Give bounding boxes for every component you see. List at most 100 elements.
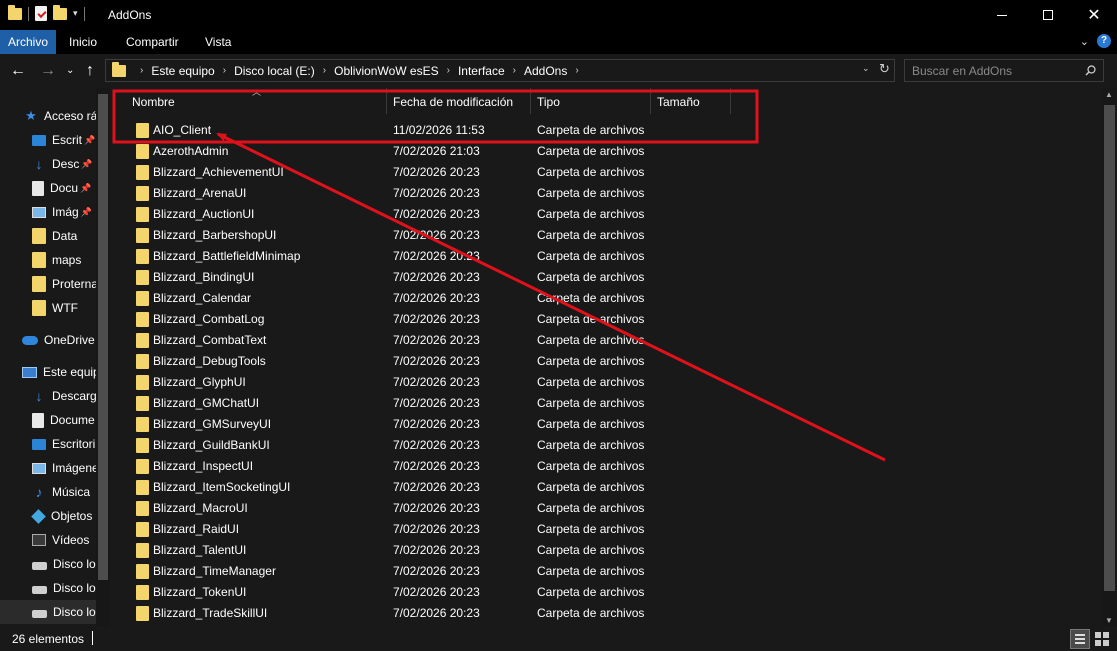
scroll-down-icon[interactable]: ▼ — [1105, 616, 1113, 625]
toolbar-divider — [28, 6, 29, 21]
folder-icon — [136, 501, 149, 516]
nav-item-musica[interactable]: ♪ Música — [32, 480, 91, 504]
nav-item-onedrive[interactable]: OneDrive — [22, 328, 95, 352]
nav-item-disco-local-2[interactable]: Disco lo — [32, 576, 96, 600]
title-bar: ▾ AddOns ✕ — [0, 0, 1117, 30]
table-row[interactable]: Blizzard_CombatLog 7/02/2026 20:23 Carpeta… — [132, 309, 832, 330]
table-row[interactable]: Blizzard_BarbershopUI 7/02/2026 20:23 Carp… — [132, 225, 832, 246]
chevron-right-icon[interactable]: › — [575, 65, 578, 76]
file-name: Blizzard_GlyphUI — [153, 375, 246, 389]
table-row[interactable]: Blizzard_RaidUI 7/02/2026 20:23 Carpeta de… — [132, 519, 832, 540]
table-row[interactable]: Blizzard_CombatText 7/02/2026 20:23 Carpet… — [132, 330, 832, 351]
file-list-scrollbar[interactable]: ▲ ▼ — [1102, 88, 1117, 627]
nav-item-descargas[interactable]: ↓ Desc 📌 — [32, 152, 93, 176]
breadcrumb-interface[interactable]: Interface — [458, 64, 505, 78]
folder-icon[interactable] — [8, 4, 22, 20]
forward-arrow-icon[interactable]: → — [40, 62, 56, 80]
refresh-icon[interactable]: ↻ — [879, 61, 890, 77]
nav-item-objetos-3d[interactable]: Objetos — [31, 504, 92, 528]
chevron-right-icon[interactable]: › — [140, 65, 143, 76]
folder-icon — [136, 375, 149, 390]
nav-item-escritorio[interactable]: Escrit 📌 — [32, 128, 95, 152]
folder-icon — [136, 291, 149, 306]
chevron-right-icon[interactable]: › — [513, 65, 516, 76]
table-row[interactable]: Blizzard_GMChatUI 7/02/2026 20:23 Carpeta … — [132, 393, 832, 414]
nav-item-descargas-pc[interactable]: ↓ Descarg — [32, 384, 97, 408]
search-input[interactable]: Buscar en AddOns — [904, 59, 1104, 82]
table-row[interactable]: Blizzard_ItemSocketingUI 7/02/2026 20:23 C… — [132, 477, 832, 498]
chevron-down-icon[interactable]: ⌄ — [862, 63, 870, 74]
scroll-up-icon[interactable]: ▲ — [1105, 90, 1113, 99]
tab-archivo[interactable]: Archivo — [0, 30, 57, 54]
chevron-right-icon[interactable]: › — [447, 65, 450, 76]
nav-item-imagenes[interactable]: Imág 📌 — [32, 200, 92, 224]
breadcrumb-disco-local[interactable]: Disco local (E:) — [234, 64, 315, 78]
nav-item-imagenes-pc[interactable]: Imágene — [32, 456, 96, 480]
nav-item-disco-local-1[interactable]: Disco lo — [32, 552, 96, 576]
table-row[interactable]: AzerothAdmin 7/02/2026 21:03 Carpeta de ar… — [132, 141, 832, 162]
nav-pane-scrollbar[interactable] — [96, 88, 110, 627]
table-row[interactable]: Blizzard_DebugTools 7/02/2026 20:23 Carpet… — [132, 351, 832, 372]
table-row[interactable]: Blizzard_TimeManager 7/02/2026 20:23 Carpe… — [132, 561, 832, 582]
breadcrumb-este-equipo[interactable]: Este equipo — [151, 64, 214, 78]
table-row[interactable]: Blizzard_TalentUI 7/02/2026 20:23 Carpeta … — [132, 540, 832, 561]
tab-compartir[interactable]: Compartir — [118, 30, 187, 54]
nav-item-documentos[interactable]: Docu 📌 — [32, 176, 91, 200]
column-divider[interactable] — [730, 88, 731, 114]
folder-icon — [32, 300, 46, 316]
table-row[interactable]: Blizzard_TokenUI 7/02/2026 20:23 Carpeta d… — [132, 582, 832, 603]
up-arrow-icon[interactable]: ↑ — [86, 62, 94, 80]
nav-item-data[interactable]: Data — [32, 224, 77, 248]
table-row[interactable]: Blizzard_BattlefieldMinimap 7/02/2026 20:… — [132, 246, 832, 267]
nav-item-maps[interactable]: maps — [32, 248, 81, 272]
table-row[interactable]: Blizzard_Calendar 7/02/2026 20:23 Carpeta … — [132, 288, 832, 309]
back-arrow-icon[interactable]: ← — [10, 62, 26, 80]
new-folder-icon[interactable] — [53, 4, 67, 20]
tab-inicio[interactable]: Inicio — [61, 30, 105, 54]
nav-item-proterna[interactable]: Proterna — [32, 272, 96, 296]
table-row[interactable]: Blizzard_AuctionUI 7/02/2026 20:23 Carpeta… — [132, 204, 832, 225]
nav-item-wtf[interactable]: WTF — [32, 296, 78, 320]
nav-pane-scrollbar-thumb[interactable] — [98, 94, 108, 580]
column-header-type[interactable]: Tipo — [529, 88, 649, 116]
table-row[interactable]: Blizzard_AchievementUI 7/02/2026 20:23 Car… — [132, 162, 832, 183]
nav-item-documentos-pc[interactable]: Docume — [32, 408, 95, 432]
customize-toolbar-icon[interactable]: ▾ — [73, 8, 78, 19]
table-row[interactable]: Blizzard_ArenaUI 7/02/2026 20:23 Carpeta d… — [132, 183, 832, 204]
file-list-scrollbar-thumb[interactable] — [1104, 105, 1115, 591]
table-row[interactable]: AIO_Client 11/02/2026 11:53 Carpeta de arc… — [132, 120, 832, 141]
table-row[interactable]: Blizzard_TradeSkillUI 7/02/2026 20:23 Carp… — [132, 603, 832, 624]
large-icons-view-button[interactable] — [1094, 631, 1110, 647]
close-button[interactable]: ✕ — [1071, 0, 1117, 30]
table-row[interactable]: Blizzard_InspectUI 7/02/2026 20:23 Carpeta… — [132, 456, 832, 477]
expand-ribbon-icon[interactable]: ⌄ — [1080, 35, 1089, 48]
table-row[interactable]: Blizzard_MacroUI 7/02/2026 20:23 Carpeta d… — [132, 498, 832, 519]
maximize-button[interactable] — [1025, 0, 1071, 30]
chevron-right-icon[interactable]: › — [323, 65, 326, 76]
minimize-button[interactable] — [979, 0, 1025, 30]
breadcrumb-addons[interactable]: AddOns — [524, 64, 567, 78]
address-bar[interactable]: › Este equipo › Disco local (E:) › Obliv… — [105, 59, 895, 82]
nav-item-disco-local-3[interactable]: Disco lo — [0, 600, 96, 624]
breadcrumb-oblivionwow[interactable]: OblivionWoW esES — [334, 64, 438, 78]
details-view-button[interactable] — [1070, 629, 1090, 649]
column-header-date[interactable]: Fecha de modificación — [385, 88, 529, 116]
table-row[interactable]: Blizzard_GlyphUI 7/02/2026 20:23 Carpeta d… — [132, 372, 832, 393]
column-header-size[interactable]: Tamaño — [649, 88, 731, 116]
table-row[interactable]: Blizzard_GMSurveyUI 7/02/2026 20:23 Carpet… — [132, 414, 832, 435]
help-icon[interactable]: ? — [1097, 34, 1111, 48]
nav-item-este-equipo[interactable]: Este equip — [22, 360, 96, 384]
properties-icon[interactable] — [35, 6, 47, 21]
table-row[interactable]: Blizzard_BindingUI 7/02/2026 20:23 Carpeta… — [132, 267, 832, 288]
tab-vista[interactable]: Vista — [197, 30, 239, 54]
column-header-name[interactable]: Nombre — [124, 88, 387, 116]
file-date: 7/02/2026 20:23 — [393, 312, 480, 326]
chevron-right-icon[interactable]: › — [223, 65, 226, 76]
file-name: Blizzard_TokenUI — [153, 585, 247, 599]
folder-icon — [136, 186, 149, 201]
nav-item-acceso-rapido[interactable]: ★ Acceso rá — [24, 104, 96, 128]
recent-locations-icon[interactable]: ⌄ — [66, 65, 74, 76]
table-row[interactable]: Blizzard_GuildBankUI 7/02/2026 20:23 Carpe… — [132, 435, 832, 456]
nav-item-videos[interactable]: Vídeos — [32, 528, 89, 552]
nav-item-escritorio-pc[interactable]: Escritori — [32, 432, 95, 456]
